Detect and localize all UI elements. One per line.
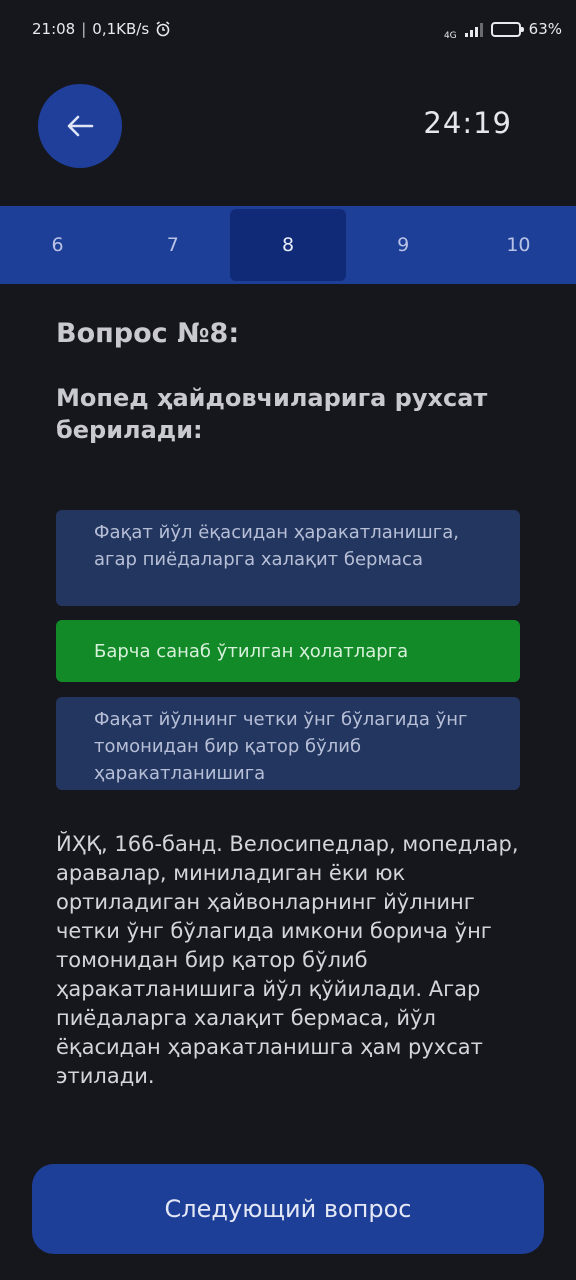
answer-explanation: ЙҲҚ, 166-банд. Велосипедлар, мопедлар, а… (56, 832, 519, 1088)
question-pager: 6 7 8 9 10 (0, 206, 576, 284)
next-question-button[interactable]: Следующий вопрос (32, 1164, 544, 1254)
answer-option-3[interactable]: Фақат йўлнинг четки ўнг бўлагида ўнг том… (56, 697, 520, 790)
status-left: 21:08 | 0,1KB/s (32, 20, 171, 38)
network-type: 4G (443, 31, 457, 41)
answer-option-1[interactable]: Фақат йўл ёқасидан ҳаракатланишга, агар … (56, 510, 520, 606)
quiz-screen: 21:08 | 0,1KB/s 4G 63% 24:19 6 7 8 9 10 … (0, 0, 576, 1280)
alarm-icon (156, 21, 170, 37)
answer-option-label: Фақат йўлнинг четки ўнг бўлагида ўнг том… (94, 709, 468, 784)
battery-percent: 63% (528, 20, 562, 38)
page-tab-8[interactable]: 8 (230, 209, 346, 281)
quiz-timer: 24:19 (423, 106, 512, 140)
page-tab-10[interactable]: 10 (461, 206, 576, 284)
answer-option-2-correct[interactable]: Барча санаб ўтилган ҳолатларга (56, 620, 520, 682)
network-speed: 0,1KB/s (92, 20, 150, 38)
status-separator: | (81, 20, 87, 38)
status-time: 21:08 (32, 20, 76, 38)
next-question-label: Следующий вопрос (164, 1195, 412, 1223)
status-right: 4G 63% (444, 17, 562, 41)
status-bar: 21:08 | 0,1KB/s 4G 63% (0, 0, 576, 58)
question-text: Мопед ҳайдовчиларига рухсат берилади: (56, 384, 488, 444)
arrow-left-icon (67, 115, 94, 137)
battery-icon (490, 21, 524, 37)
back-button[interactable] (38, 84, 122, 168)
page-tab-9[interactable]: 9 (346, 206, 461, 284)
page-tab-6[interactable]: 6 (0, 206, 115, 284)
question-number: Вопрос №8: (56, 318, 240, 349)
answer-option-label: Барча санаб ўтилган ҳолатларга (94, 640, 409, 662)
signal-icon (464, 21, 483, 37)
answer-option-label: Фақат йўл ёқасидан ҳаракатланишга, агар … (94, 522, 459, 570)
page-tab-7[interactable]: 7 (115, 206, 230, 284)
